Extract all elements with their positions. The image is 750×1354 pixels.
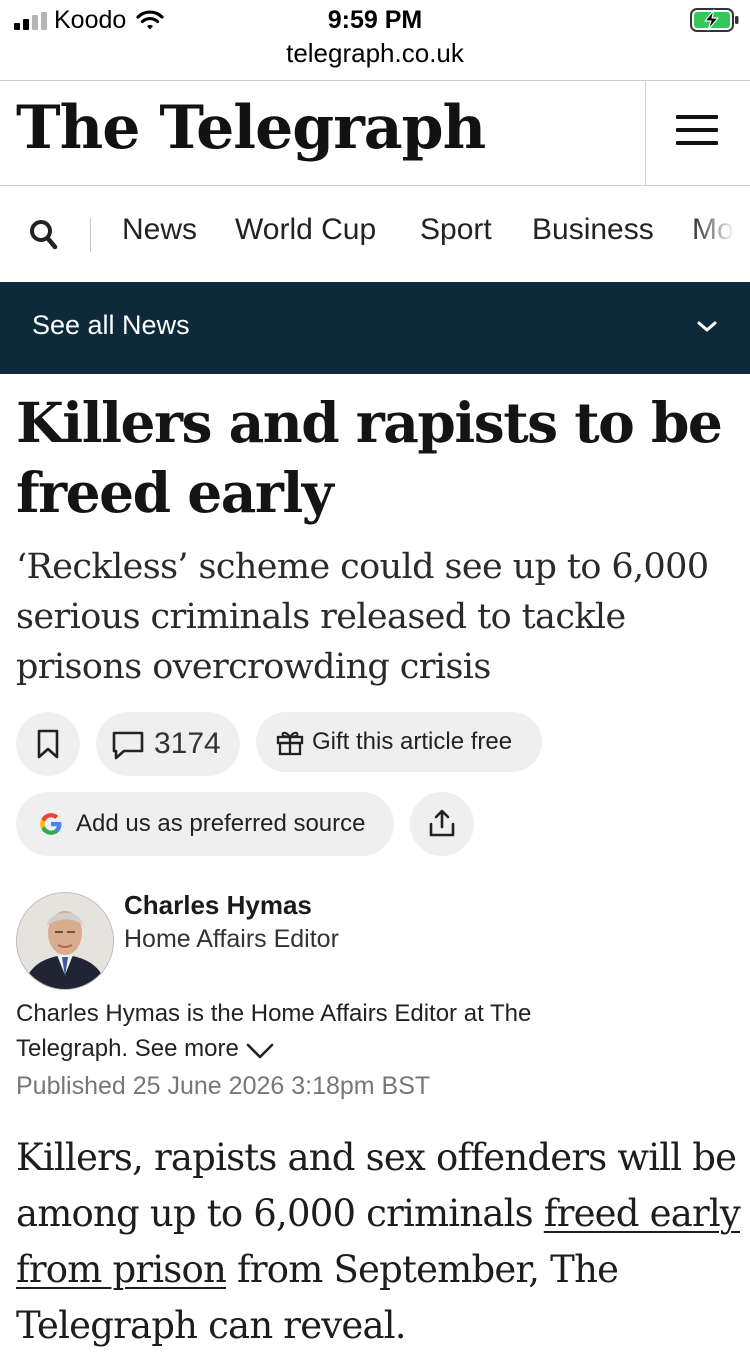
share-icon [429, 809, 455, 837]
status-bar: Koodo 9:59 PM telegraph.co.uk [0, 0, 750, 81]
telegraph-logo[interactable]: The Telegraph [16, 93, 486, 163]
section-bar-label: See all News [32, 310, 190, 340]
gift-icon [276, 731, 304, 756]
bookmark-button[interactable] [16, 712, 80, 776]
nav-item-business[interactable]: Business [532, 213, 654, 247]
author-bio: Charles Hymas is the Home Affairs Editor… [16, 996, 636, 1066]
nav-separator [90, 218, 91, 252]
nav-item-sport[interactable]: Sport [420, 213, 492, 247]
gift-article-button[interactable]: Gift this article free [256, 712, 542, 772]
bookmark-icon [37, 729, 59, 759]
comments-button[interactable]: 3174 [96, 712, 240, 776]
preferred-source-button[interactable]: Add us as preferred source [16, 792, 394, 856]
chevron-down-icon [697, 321, 717, 332]
see-all-news-dropdown[interactable]: See all News [0, 282, 750, 374]
article-body-paragraph: Killers, rapists and sex offenders will … [16, 1130, 746, 1354]
share-button[interactable] [410, 792, 474, 856]
clock: 9:59 PM [327, 6, 423, 34]
comment-count: 3174 [154, 727, 221, 760]
hamburger-menu-icon[interactable] [676, 115, 718, 145]
masthead-divider [645, 81, 646, 185]
author-role: Home Affairs Editor [124, 925, 339, 953]
nav-item-world-cup[interactable]: World Cup [235, 213, 376, 247]
see-more-label: See more [134, 1035, 239, 1062]
see-more-toggle[interactable]: See more [135, 1035, 275, 1062]
google-g-icon [40, 813, 62, 835]
nav-scroll-fade [690, 186, 750, 282]
masthead: The Telegraph [0, 81, 750, 186]
search-icon[interactable] [28, 218, 60, 252]
battery-charging-icon [690, 8, 739, 32]
preferred-source-label: Add us as preferred source [76, 810, 366, 837]
chevron-down-icon [246, 1043, 274, 1059]
comment-icon [112, 731, 144, 760]
address-bar-url[interactable]: telegraph.co.uk [0, 38, 750, 69]
nav-item-news[interactable]: News [122, 213, 197, 247]
author-photo [17, 893, 113, 989]
author-avatar[interactable] [16, 892, 114, 990]
article-standfirst: ‘Reckless’ scheme could see up to 6,000 … [16, 547, 709, 687]
main-navigation: News World Cup Sport Business Mo [0, 186, 750, 282]
published-date: Published 25 June 2026 3:18pm BST [16, 1072, 431, 1100]
author-name[interactable]: Charles Hymas [124, 890, 312, 921]
article-headline: Killers and rapists to be freed early [16, 390, 723, 525]
gift-article-label: Gift this article free [312, 728, 513, 755]
